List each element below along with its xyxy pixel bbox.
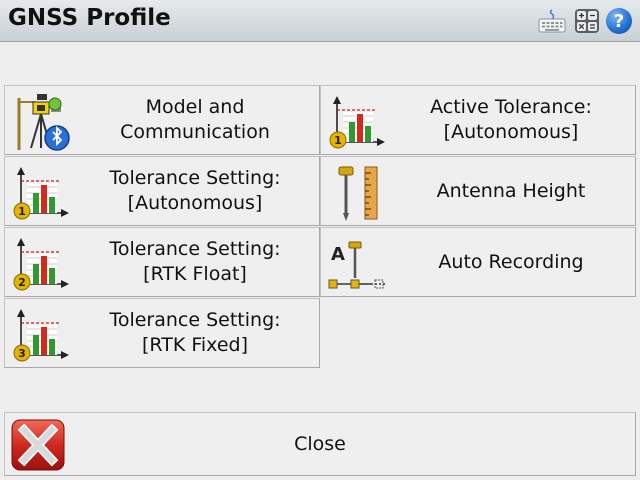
tolerance-badge: 3 xyxy=(18,347,26,360)
calculator-icon[interactable] xyxy=(574,8,600,34)
help-icon[interactable]: ? xyxy=(606,8,632,34)
tolerance-chart-icon: 2 xyxy=(13,238,69,291)
active-tolerance-button[interactable]: 1 Active Tolerance: [Autonomous] xyxy=(320,85,636,155)
help-glyph: ? xyxy=(613,10,625,32)
close-button[interactable]: Close xyxy=(4,412,636,476)
auto-recording-letter: A xyxy=(331,244,345,265)
tolerance-rtk-float-line2: [RTK Float] xyxy=(143,263,247,285)
active-tolerance-line2: [Autonomous] xyxy=(443,121,579,143)
tolerance-autonomous-line1: Tolerance Setting: xyxy=(109,167,281,189)
tolerance-autonomous-label: Tolerance Setting: [Autonomous] xyxy=(75,157,315,225)
auto-recording-button[interactable]: A Auto Recording xyxy=(320,227,636,297)
tolerance-rtk-fixed-button[interactable]: 3 Tolerance Setting: [RTK Fixed] xyxy=(4,298,320,368)
model-communication-label: Model and Communication xyxy=(75,86,315,154)
auto-recording-label: Auto Recording xyxy=(391,228,631,296)
tolerance-autonomous-line2: [Autonomous] xyxy=(127,192,263,214)
tolerance-rtk-fixed-line2: [RTK Fixed] xyxy=(142,334,248,356)
auto-recording-icon: A xyxy=(328,241,385,289)
model-communication-button[interactable]: Model and Communication xyxy=(4,85,320,155)
tolerance-badge: 1 xyxy=(334,134,342,147)
antenna-height-button[interactable]: Antenna Height xyxy=(320,156,636,226)
auto-recording-line1: Auto Recording xyxy=(438,250,584,273)
tolerance-chart-icon: 1 xyxy=(329,96,385,149)
antenna-height-label: Antenna Height xyxy=(391,157,631,225)
receiver-bluetooth-icon xyxy=(17,94,70,151)
tolerance-chart-icon: 3 xyxy=(13,309,69,362)
tolerance-chart-icon: 1 xyxy=(13,167,69,220)
model-communication-line2: Communication xyxy=(120,121,270,143)
tolerance-rtk-float-label: Tolerance Setting: [RTK Float] xyxy=(75,228,315,296)
active-tolerance-label: Active Tolerance: [Autonomous] xyxy=(391,86,631,154)
tolerance-rtk-float-line1: Tolerance Setting: xyxy=(109,238,281,260)
page-title: GNSS Profile xyxy=(8,5,171,31)
model-communication-line1: Model and xyxy=(145,96,245,118)
tolerance-rtk-fixed-label: Tolerance Setting: [RTK Fixed] xyxy=(75,299,315,367)
tolerance-rtk-float-button[interactable]: 2 Tolerance Setting: [RTK Float] xyxy=(4,227,320,297)
tolerance-badge: 1 xyxy=(18,205,26,218)
tolerance-autonomous-button[interactable]: 1 Tolerance Setting: [Autonomous] xyxy=(4,156,320,226)
antenna-height-line1: Antenna Height xyxy=(436,179,586,202)
title-bar: GNSS Profile ? xyxy=(0,0,640,42)
keyboard-icon[interactable] xyxy=(537,8,567,34)
antenna-height-icon xyxy=(338,166,378,221)
close-label: Close xyxy=(294,433,346,455)
tolerance-badge: 2 xyxy=(18,276,26,289)
tolerance-rtk-fixed-line1: Tolerance Setting: xyxy=(109,309,281,331)
active-tolerance-line1: Active Tolerance: xyxy=(430,96,592,118)
